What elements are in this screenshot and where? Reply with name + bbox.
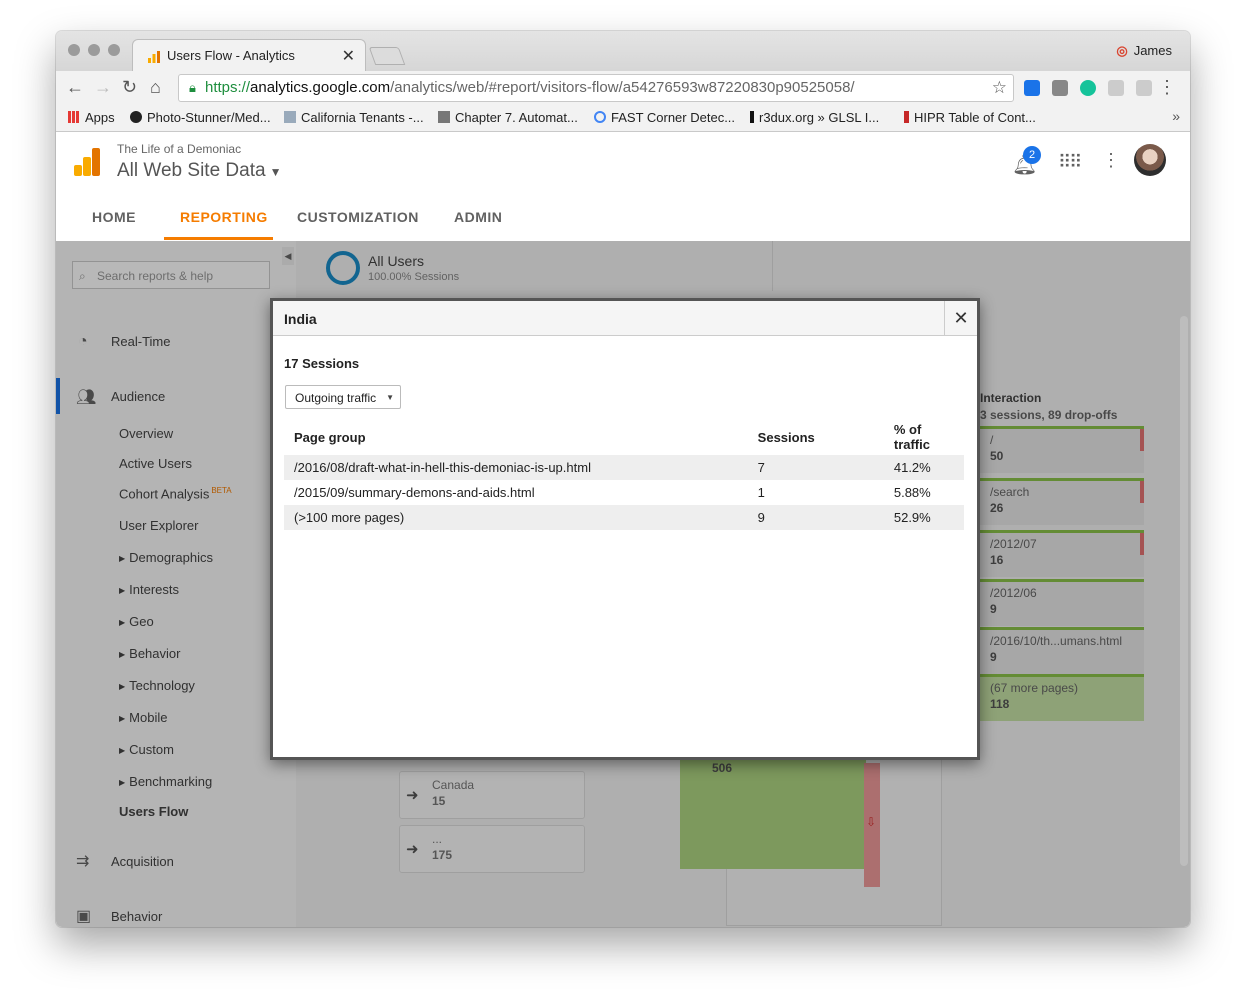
github-icon (130, 111, 142, 123)
home-icon[interactable]: ⌂ (150, 77, 161, 98)
zoom-window-button[interactable] (108, 44, 120, 56)
table-row: /2016/08/draft-what-in-hell-this-demonia… (284, 455, 964, 480)
address-bar[interactable]: 🔒︎ https://analytics.google.com/analytic… (178, 74, 1014, 102)
avatar[interactable] (1134, 144, 1166, 176)
dialog-title: India (284, 311, 317, 327)
table-row: (>100 more pages) 9 52.9% (284, 505, 964, 530)
traffic-cell: 5.88% (893, 485, 931, 500)
notification-badge: 2 (1023, 146, 1041, 164)
dialog-header: India ✕ (273, 301, 977, 336)
traffic-table: Page group Sessions % of traffic /2016/0… (284, 419, 964, 530)
bookmarks-bar: Apps Photo-Stunner/Med... California Ten… (56, 105, 1190, 132)
browser-toolbar: ← → ↻ ⌂ 🔒︎ https://analytics.google.com/… (56, 71, 1190, 105)
column-header-traffic: % of traffic (893, 422, 930, 452)
url-text: https://analytics.google.com/analytics/w… (205, 79, 855, 96)
traffic-cell: 41.2% (883, 455, 964, 480)
forward-icon[interactable]: → (94, 77, 112, 98)
property-selector[interactable]: All Web Site Data ▼ (117, 160, 281, 182)
active-tab-indicator (164, 237, 273, 240)
traffic-direction-dropdown[interactable]: Outgoing traffic ▼ (285, 385, 401, 409)
bookmark-item[interactable]: HIPR Table of Cont... (904, 110, 1036, 125)
account-name: The Life of a Demoniac (117, 142, 242, 156)
bookmark-item[interactable]: r3dux.org » GLSL I... (750, 110, 879, 125)
analytics-favicon-icon (148, 51, 160, 63)
profile-icon: ◎ (1116, 43, 1128, 58)
sessions-cell: 9 (747, 505, 884, 530)
more-bookmarks-icon[interactable]: » (1172, 108, 1180, 124)
lock-icon: 🔒︎ (189, 80, 196, 95)
page-group-cell: /2015/09/summary-demons-and-aids.html (294, 485, 535, 500)
traffic-cell: 52.9% (883, 505, 964, 530)
bookmark-apps[interactable]: Apps (68, 110, 115, 125)
new-tab-button[interactable] (368, 47, 406, 65)
chrome-menu-icon[interactable]: ⋮ (1158, 77, 1176, 98)
close-dialog-button[interactable]: ✕ (944, 301, 977, 335)
tab-admin[interactable]: ADMIN (454, 209, 502, 225)
drive-icon[interactable] (1136, 80, 1152, 96)
column-header-sessions: Sessions (757, 429, 815, 445)
tab-reporting[interactable]: REPORTING (180, 209, 268, 225)
scrollbar[interactable] (1180, 316, 1188, 866)
bookmark-star-icon[interactable]: ☆ (992, 75, 1007, 101)
bookmark-item[interactable]: Photo-Stunner/Med... (130, 110, 271, 125)
session-count: 17 Sessions (284, 356, 360, 371)
bookmark-item[interactable]: FAST Corner Detec... (594, 110, 735, 125)
sessions-cell: 7 (747, 455, 884, 480)
page-group-cell: /2016/08/draft-what-in-hell-this-demonia… (284, 455, 748, 480)
analytics-logo-icon (74, 148, 100, 176)
browser-window: Users Flow - Analytics ✕ ◎ James ← → ↻ ⌂ … (56, 31, 1190, 927)
page-icon (438, 111, 450, 123)
page-group-cell: (>100 more pages) (284, 505, 748, 530)
tab-home[interactable]: HOME (92, 209, 136, 225)
bookmark-item[interactable]: California Tenants -... (284, 110, 424, 125)
google-icon (594, 111, 606, 123)
column-header-page-group: Page group (294, 429, 366, 445)
back-icon[interactable]: ← (66, 77, 84, 98)
tab-title: Users Flow - Analytics (167, 48, 295, 63)
apps-grid-icon (68, 111, 80, 123)
ga-nav-tabs: HOME REPORTING CUSTOMIZATION ADMIN (56, 191, 1190, 242)
extension-b-icon[interactable] (1108, 80, 1124, 96)
node-details-dialog: India ✕ 17 Sessions Outgoing traffic ▼ Pa… (270, 298, 980, 760)
profile-chip[interactable]: ◎ James (1116, 43, 1172, 59)
extension-y-icon[interactable] (1052, 80, 1068, 96)
r3dux-icon (750, 111, 754, 123)
sessions-cell: 1 (757, 485, 765, 500)
table-row: /2015/09/summary-demons-and-aids.html 1 … (284, 480, 964, 505)
browser-tab[interactable]: Users Flow - Analytics ✕ (132, 39, 366, 72)
reload-icon[interactable]: ↻ (122, 77, 137, 98)
hipr-icon (904, 111, 909, 123)
bookmark-item[interactable]: Chapter 7. Automat... (438, 110, 578, 125)
apps-grid-icon[interactable]: ⠿⠿ (1058, 152, 1082, 173)
grammarly-icon[interactable] (1080, 80, 1096, 96)
title-bar: Users Flow - Analytics ✕ ◎ James (56, 31, 1190, 72)
dropdown-arrow-icon: ▼ (386, 393, 394, 402)
tab-customization[interactable]: CUSTOMIZATION (297, 209, 419, 225)
extension-trophy-icon[interactable] (1024, 80, 1040, 96)
more-options-icon[interactable]: ⋮ (1102, 150, 1120, 171)
page-icon (284, 111, 296, 123)
minimize-window-button[interactable] (88, 44, 100, 56)
close-tab-icon[interactable]: ✕ (342, 46, 355, 66)
caret-down-icon: ▼ (269, 165, 282, 179)
close-window-button[interactable] (68, 44, 80, 56)
profile-name: James (1133, 43, 1172, 58)
